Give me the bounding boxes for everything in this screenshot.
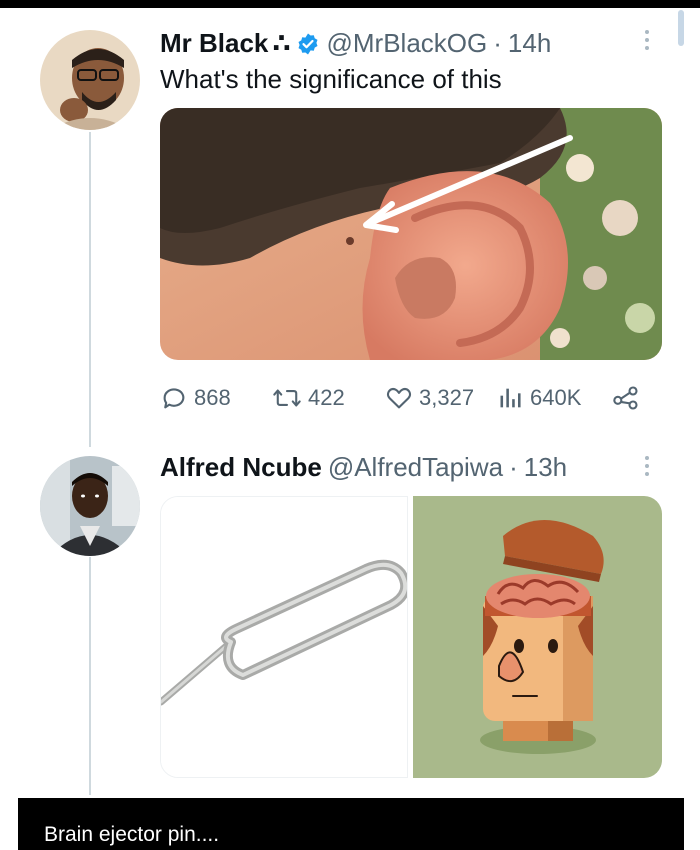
retweet-button[interactable]: 422 xyxy=(272,384,345,412)
views-icon xyxy=(500,388,521,408)
tweet1-header: Mr Black ∴ @MrBlackOG · 14h xyxy=(160,28,551,59)
name-glyph: ∴ xyxy=(272,28,291,58)
avatar-alfred-ncube[interactable] xyxy=(40,456,140,556)
share-button[interactable] xyxy=(612,384,640,412)
reply-button[interactable]: 868 xyxy=(160,384,231,412)
thread-line xyxy=(89,132,91,447)
tweet2-handle[interactable]: @AlfredTapiwa xyxy=(328,452,503,483)
avatar-mr-black[interactable] xyxy=(40,30,140,130)
reply-thread-line xyxy=(89,557,91,795)
like-icon xyxy=(386,387,412,409)
tweet2-header: Alfred Ncube @AlfredTapiwa · 13h xyxy=(160,452,567,483)
like-button[interactable]: 3,327 xyxy=(385,384,474,412)
tweet1-image-ear[interactable] xyxy=(160,108,662,360)
like-count: 3,327 xyxy=(419,385,475,410)
views-count: 640K xyxy=(530,385,582,410)
retweet-count: 422 xyxy=(308,385,345,410)
tweet2-image-brain-head[interactable] xyxy=(413,496,662,778)
reply-count: 868 xyxy=(194,385,231,410)
tweet1-separator: · xyxy=(493,28,502,58)
tweet2-image-sim-ejector-pin[interactable] xyxy=(160,496,408,778)
share-icon xyxy=(613,386,638,410)
retweet-icon xyxy=(273,389,301,407)
tweet1-actions: 868 422 3,327 640K xyxy=(160,380,640,416)
top-black-bar xyxy=(0,0,700,8)
verified-badge-icon xyxy=(298,33,318,54)
tweet1-text: What's the significance of this xyxy=(160,64,502,94)
tweet1-time[interactable]: 14h xyxy=(508,28,551,59)
meme-caption: Brain ejector pin.... xyxy=(44,823,220,846)
more-options-icon[interactable] xyxy=(645,456,649,476)
reply-icon xyxy=(163,388,185,409)
scrollbar[interactable] xyxy=(678,10,684,46)
tweet1-author-name[interactable]: Mr Black xyxy=(160,28,268,59)
tweet2-separator: · xyxy=(509,452,518,482)
views-button[interactable]: 640K xyxy=(498,384,581,412)
tweet1-handle[interactable]: @MrBlackOG xyxy=(326,28,487,59)
tweet2-author-name[interactable]: Alfred Ncube xyxy=(160,452,322,483)
more-options-icon[interactable] xyxy=(645,30,649,50)
tweet2-time[interactable]: 13h xyxy=(524,452,567,483)
